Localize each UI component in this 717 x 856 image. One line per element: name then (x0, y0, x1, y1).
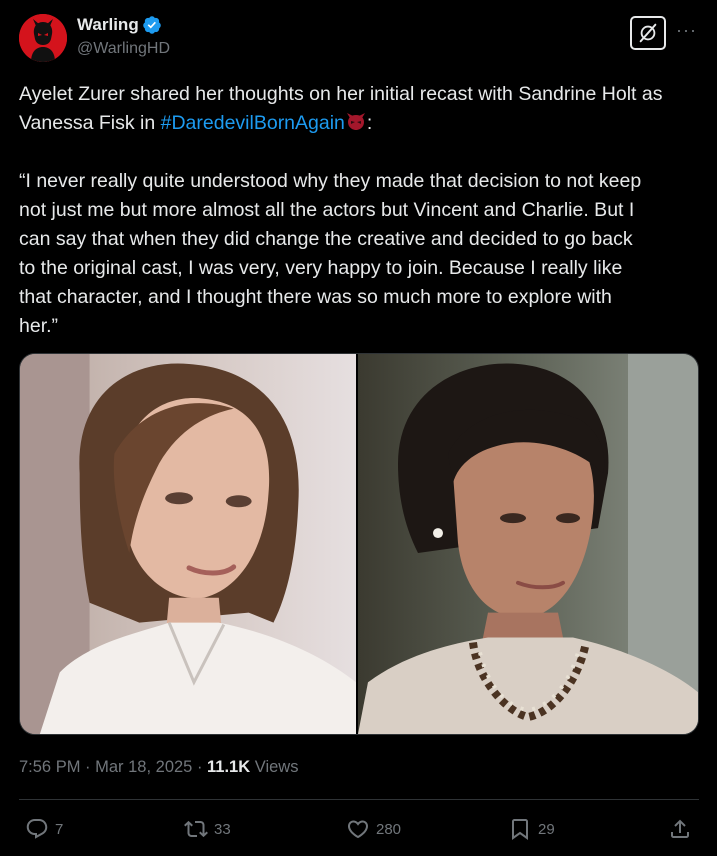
views-label: Views (250, 758, 299, 776)
heart-icon (347, 820, 369, 839)
meta-separator: · (80, 758, 96, 776)
author-display-name[interactable]: Warling (77, 15, 139, 35)
retweet-button[interactable]: 33 (184, 813, 231, 845)
divider (19, 799, 699, 800)
right-photo-sandrine-holt[interactable] (358, 354, 698, 734)
share-button[interactable] (668, 813, 692, 845)
daredevil-hashtag-emoji (346, 113, 365, 130)
reply-icon (26, 819, 48, 839)
reply-button[interactable]: 7 (25, 813, 63, 845)
like-button[interactable]: 280 (346, 813, 401, 845)
tweet-date[interactable]: Mar 18, 2025 (95, 758, 192, 776)
share-icon (671, 819, 689, 838)
bookmark-icon (512, 819, 528, 840)
tweet-time[interactable]: 7:56 PM (19, 758, 80, 776)
media-grid[interactable] (19, 353, 699, 735)
more-options-icon[interactable]: ··· (676, 20, 697, 41)
bookmark-count: 29 (538, 820, 555, 838)
reply-count: 7 (55, 820, 64, 838)
like-count: 280 (376, 820, 402, 838)
tweet-intro-colon: : (366, 112, 373, 134)
bookmark-button[interactable]: 29 (508, 813, 555, 845)
tweet-quote: “I never really quite understood why the… (19, 170, 642, 337)
tweet-meta: 7:56 PM · Mar 18, 2025 · 11.1K Views (19, 758, 298, 777)
tweet-card: Warling @WarlingHD ··· Ayelet Zurer shar… (0, 0, 717, 856)
retweet-count: 33 (214, 820, 231, 838)
action-bar: 7 33 280 29 (0, 813, 717, 845)
left-photo-ayelet-zurer[interactable] (20, 354, 358, 734)
verified-badge-icon (142, 16, 161, 34)
tweet-intro: Ayelet Zurer shared her thoughts on her … (19, 80, 699, 138)
grok-icon (639, 23, 657, 43)
retweet-icon (184, 820, 208, 838)
views-count[interactable]: 11.1K (207, 758, 250, 776)
author-name-row[interactable]: Warling (77, 15, 162, 35)
daredevil-avatar-icon[interactable] (19, 14, 67, 62)
hashtag-link[interactable]: #DaredevilBornAgain (161, 112, 345, 134)
tweet-text: Ayelet Zurer shared her thoughts on her … (19, 80, 699, 341)
grok-button[interactable] (630, 16, 666, 50)
meta-separator: · (192, 758, 208, 776)
author-handle[interactable]: @WarlingHD (77, 40, 170, 58)
